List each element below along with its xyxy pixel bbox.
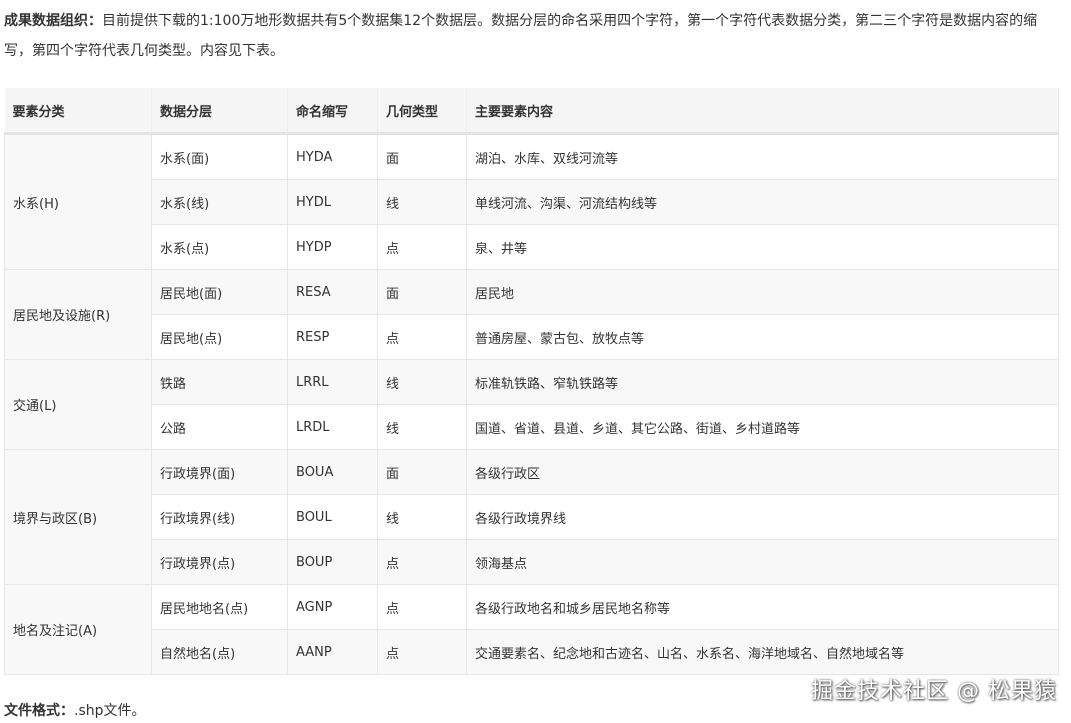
table-row: 交通(L) 铁路 LRRL 线标准轨铁路、窄轨铁路等 bbox=[4, 359, 1059, 450]
header-content: 主要要素内容 bbox=[466, 88, 1059, 135]
header-category: 要素分类 bbox=[4, 88, 152, 135]
header-layer: 数据分层 bbox=[151, 88, 288, 135]
layer-cell: 居民地(点) bbox=[151, 314, 288, 360]
table-header-row: 要素分类 数据分层 命名缩写 几何类型 主要要素内容 bbox=[4, 88, 1059, 135]
data-layer-table: 要素分类 数据分层 命名缩写 几何类型 主要要素内容 水系(H) 水系(面) HYD… bbox=[4, 88, 1059, 675]
content-cell: 各级行政境界线 bbox=[466, 494, 1059, 540]
table-row: 居民地(点) RESP 点普通房屋、蒙古包、放牧点等 bbox=[5, 314, 1059, 360]
intro-paragraph: 成果数据组织：目前提供下载的1:100万地形数据共有5个数据集12个数据层。数据… bbox=[4, 6, 1064, 66]
abbrev-cell: AANP bbox=[287, 629, 378, 675]
file-format-label: 文件格式： bbox=[4, 703, 74, 719]
category-cell: 地名及注记(A) bbox=[4, 584, 152, 675]
geometry-cell: 线 bbox=[377, 404, 467, 450]
layer-cell: 水系(线) bbox=[151, 179, 288, 225]
abbrev-cell: HYDA bbox=[287, 133, 378, 180]
abbrev-cell: RESP bbox=[287, 314, 378, 360]
header-geometry: 几何类型 bbox=[377, 88, 467, 135]
layer-cell: 行政境界(线) bbox=[151, 494, 288, 540]
geometry-cell: 面 bbox=[377, 133, 467, 180]
geometry-cell: 面 bbox=[377, 269, 467, 315]
layer-cell: 居民地(面) bbox=[151, 269, 288, 315]
geometry-cell: 线 bbox=[377, 179, 467, 225]
content-cell: 国道、省道、县道、乡道、其它公路、街道、乡村道路等 bbox=[466, 404, 1059, 450]
category-cell: 交通(L) bbox=[4, 359, 152, 450]
layer-cell: 铁路 bbox=[151, 359, 288, 405]
category-cell: 境界与政区(B) bbox=[4, 449, 152, 585]
geometry-cell: 点 bbox=[377, 539, 467, 585]
abbrev-cell: LRDL bbox=[287, 404, 378, 450]
table-row: 境界与政区(B) 行政境界(面) BOUA 面各级行政区 bbox=[4, 449, 1059, 585]
abbrev-cell: HYDP bbox=[287, 224, 378, 270]
geometry-cell: 点 bbox=[377, 224, 467, 270]
content-cell: 交通要素名、纪念地和古迹名、山名、水系名、海洋地域名、自然地域名等 bbox=[466, 629, 1059, 675]
watermark: 掘金技术社区 @ 松果猿 bbox=[811, 679, 1057, 704]
content-cell: 湖泊、水库、双线河流等 bbox=[466, 133, 1059, 180]
layer-cell: 行政境界(面) bbox=[151, 449, 288, 495]
header-abbrev: 命名缩写 bbox=[287, 88, 378, 135]
content-cell: 领海基点 bbox=[466, 539, 1059, 585]
abbrev-cell: BOUP bbox=[287, 539, 378, 585]
content-cell: 普通房屋、蒙古包、放牧点等 bbox=[466, 314, 1059, 360]
layer-cell: 行政境界(点) bbox=[151, 539, 288, 585]
geometry-cell: 线 bbox=[377, 494, 467, 540]
table-body: 水系(H) 水系(面) HYDA 面湖泊、水库、双线河流等 水系(线) HYDL 线单线河流… bbox=[4, 133, 1059, 675]
abbrev-cell: AGNP bbox=[287, 584, 378, 630]
geometry-cell: 点 bbox=[377, 314, 467, 360]
file-format-text: .shp文件。 bbox=[74, 703, 146, 719]
layer-cell: 水系(面) bbox=[151, 133, 288, 180]
content-cell: 居民地 bbox=[466, 269, 1059, 315]
content-cell: 标准轨铁路、窄轨铁路等 bbox=[466, 359, 1059, 405]
table-row: 水系(点) HYDP 点泉、井等 bbox=[5, 224, 1059, 270]
geometry-cell: 点 bbox=[377, 629, 467, 675]
abbrev-cell: LRRL bbox=[287, 359, 378, 405]
file-format-line: 文件格式：.shp文件。 bbox=[4, 700, 146, 722]
intro-label: 成果数据组织： bbox=[4, 13, 102, 29]
layer-cell: 居民地地名(点) bbox=[151, 584, 288, 630]
geometry-cell: 线 bbox=[377, 359, 467, 405]
table-row: 水系(H) 水系(面) HYDA 面湖泊、水库、双线河流等 bbox=[4, 133, 1059, 270]
abbrev-cell: HYDL bbox=[287, 179, 378, 225]
abbrev-cell: RESA bbox=[287, 269, 378, 315]
table-row: 水系(线) HYDL 线单线河流、沟渠、河流结构线等 bbox=[5, 179, 1059, 225]
table-row: 行政境界(点) BOUP 点领海基点 bbox=[5, 539, 1059, 585]
content-cell: 各级行政区 bbox=[466, 449, 1059, 495]
layer-cell: 自然地名(点) bbox=[151, 629, 288, 675]
table-row: 地名及注记(A) 居民地地名(点) AGNP 点各级行政地名和城乡居民地名称等 bbox=[4, 584, 1059, 675]
table-row: 公路 LRDL 线国道、省道、县道、乡道、其它公路、街道、乡村道路等 bbox=[5, 404, 1059, 450]
geometry-cell: 点 bbox=[377, 584, 467, 630]
category-cell: 水系(H) bbox=[4, 133, 152, 270]
table-row: 行政境界(线) BOUL 线各级行政境界线 bbox=[5, 494, 1059, 540]
content-cell: 泉、井等 bbox=[466, 224, 1059, 270]
layer-cell: 水系(点) bbox=[151, 224, 288, 270]
content-cell: 单线河流、沟渠、河流结构线等 bbox=[466, 179, 1059, 225]
geometry-cell: 面 bbox=[377, 449, 467, 495]
content-cell: 各级行政地名和城乡居民地名称等 bbox=[466, 584, 1059, 630]
category-cell: 居民地及设施(R) bbox=[4, 269, 152, 360]
table-row: 居民地及设施(R) 居民地(面) RESA 面居民地 bbox=[4, 269, 1059, 360]
intro-text: 目前提供下载的1:100万地形数据共有5个数据集12个数据层。数据分层的命名采用… bbox=[4, 13, 1038, 59]
layer-cell: 公路 bbox=[151, 404, 288, 450]
table-row: 自然地名(点) AANP 点交通要素名、纪念地和古迹名、山名、水系名、海洋地域名、自… bbox=[5, 629, 1059, 675]
abbrev-cell: BOUA bbox=[287, 449, 378, 495]
abbrev-cell: BOUL bbox=[287, 494, 378, 540]
